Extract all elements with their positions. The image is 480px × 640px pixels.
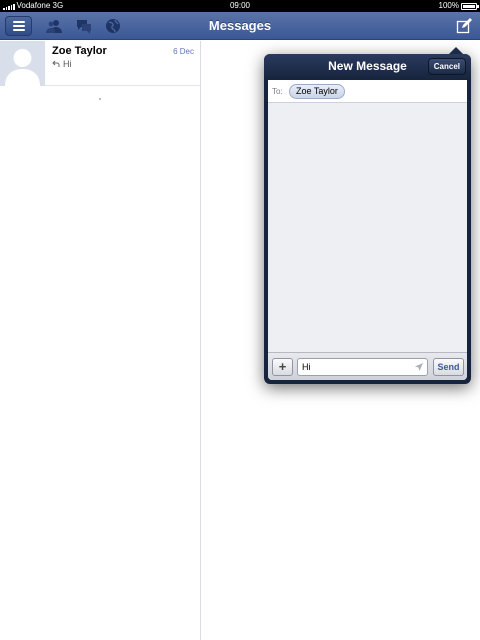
- compose-bar: + Hi Send: [268, 352, 467, 380]
- to-label: To:: [272, 87, 283, 96]
- thread-date: 6 Dec: [173, 47, 194, 56]
- reply-arrow-icon: [52, 60, 60, 67]
- send-button[interactable]: Send: [433, 358, 464, 376]
- new-message-popover: New Message Cancel To: Zoe Taylor + Hi S…: [264, 47, 471, 384]
- status-time: 09:00: [229, 1, 251, 10]
- battery-percent: 100%: [438, 1, 459, 10]
- loading-dot: [99, 98, 101, 100]
- nav-bar: Messages: [0, 12, 480, 40]
- message-input-value: Hi: [302, 362, 311, 372]
- cancel-button[interactable]: Cancel: [427, 58, 466, 75]
- recipient-field[interactable]: To: Zoe Taylor: [268, 80, 467, 103]
- battery-info: 100%: [438, 0, 479, 12]
- location-arrow-icon[interactable]: [414, 362, 424, 372]
- popover-header: New Message Cancel: [264, 54, 471, 80]
- thread-snippet-text: Hi: [63, 59, 72, 69]
- message-body[interactable]: To: Zoe Taylor + Hi Send: [268, 80, 467, 380]
- battery-icon: [461, 2, 479, 10]
- default-profile-icon: [0, 41, 45, 86]
- status-bar: Vodafone 3G 09:00 100%: [0, 0, 480, 12]
- thread-snippet: Hi: [52, 59, 72, 69]
- thread-item[interactable]: Zoe Taylor 6 Dec Hi: [0, 41, 200, 86]
- recipient-chip[interactable]: Zoe Taylor: [289, 84, 345, 99]
- message-input[interactable]: Hi: [297, 358, 428, 376]
- attach-button[interactable]: +: [272, 358, 293, 376]
- compose-icon[interactable]: [456, 18, 472, 34]
- thread-name: Zoe Taylor: [52, 45, 107, 57]
- page-title: Messages: [208, 18, 272, 33]
- avatar: [0, 41, 45, 86]
- thread-list: Zoe Taylor 6 Dec Hi: [0, 41, 201, 640]
- plus-icon: +: [278, 359, 287, 374]
